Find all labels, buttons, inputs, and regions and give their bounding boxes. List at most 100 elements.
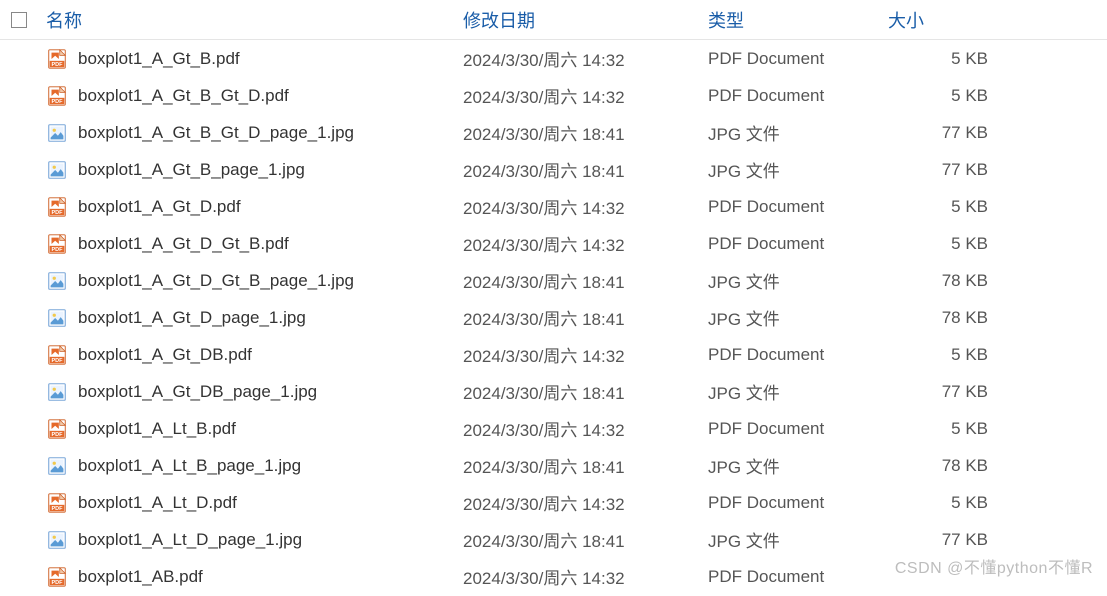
file-row[interactable]: PDF boxplot1_A_Gt_D.pdf2024/3/30/周六 14:3… [0,188,1107,225]
file-size: 78 KB [888,271,1048,291]
file-row[interactable]: boxplot1_A_Gt_DB_page_1.jpg 2024/3/30/周六 … [0,373,1107,410]
file-name: boxplot1_A_Gt_D_Gt_B_page_1.jpg [78,271,354,291]
file-date: 2024/3/30/周六 18:41 [463,379,708,404]
file-size: 5 KB [888,419,1048,439]
file-name-cell[interactable]: PDF boxplot1_A_Gt_D.pdf [38,196,463,218]
file-row[interactable]: PDF boxplot1_AB.pdf2024/3/30/周六 14:32PDF… [0,558,1107,595]
select-all-checkbox[interactable] [0,12,38,28]
column-header-size[interactable]: 大小 [888,7,1048,33]
file-type: PDF Document [708,86,888,106]
file-name: boxplot1_A_Lt_D.pdf [78,493,237,513]
file-type: PDF Document [708,419,888,439]
file-size: 5 KB [888,49,1048,69]
file-type: JPG 文件 [708,527,888,552]
file-date: 2024/3/30/周六 18:41 [463,120,708,145]
file-name-cell[interactable]: boxplot1_A_Gt_DB_page_1.jpg [38,381,463,403]
file-row[interactable]: boxplot1_A_Gt_B_Gt_D_page_1.jpg2024/3/30… [0,114,1107,151]
file-row[interactable]: boxplot1_A_Gt_D_Gt_B_page_1.jpg2024/3/30… [0,262,1107,299]
file-size: 77 KB [888,160,1048,180]
pdf-file-icon: PDF [46,85,68,107]
svg-text:PDF: PDF [52,357,64,363]
file-date: 2024/3/30/周六 14:32 [463,194,708,219]
file-date: 2024/3/30/周六 18:41 [463,527,708,552]
file-date: 2024/3/30/周六 14:32 [463,490,708,515]
file-name-cell[interactable]: PDF boxplot1_AB.pdf [38,566,463,588]
pdf-file-icon: PDF [46,418,68,440]
image-file-icon [46,122,68,144]
column-header-date[interactable]: 修改日期 [463,7,708,33]
file-size: 5 KB [888,345,1048,365]
column-header-name[interactable]: 名称 [38,7,463,33]
file-name-cell[interactable]: PDF boxplot1_A_Lt_D.pdf [38,492,463,514]
file-type: PDF Document [708,49,888,69]
pdf-file-icon: PDF [46,196,68,218]
file-type: PDF Document [708,493,888,513]
pdf-file-icon: PDF [46,492,68,514]
column-header-row: 名称 修改日期 类型 大小 [0,0,1107,40]
file-size: 77 KB [888,382,1048,402]
file-name-cell[interactable]: PDF boxplot1_A_Lt_B.pdf [38,418,463,440]
file-name-cell[interactable]: boxplot1_A_Gt_B_page_1.jpg [38,159,463,181]
file-size: 5 KB [888,234,1048,254]
image-file-icon [46,381,68,403]
file-name-cell[interactable]: PDF boxplot1_A_Gt_B.pdf [38,48,463,70]
file-name-cell[interactable]: boxplot1_A_Lt_B_page_1.jpg [38,455,463,477]
file-row[interactable]: PDF boxplot1_A_Gt_DB.pdf2024/3/30/周六 14:… [0,336,1107,373]
pdf-file-icon: PDF [46,233,68,255]
pdf-file-icon: PDF [46,492,68,514]
image-file-icon [46,529,68,551]
file-name-cell[interactable]: PDF boxplot1_A_Gt_D_Gt_B.pdf [38,233,463,255]
file-row[interactable]: PDF boxplot1_A_Gt_B_Gt_D.pdf2024/3/30/周六… [0,77,1107,114]
file-name: boxplot1_A_Gt_D_Gt_B.pdf [78,234,289,254]
column-header-type[interactable]: 类型 [708,7,888,33]
file-name-cell[interactable]: boxplot1_A_Lt_D_page_1.jpg [38,529,463,551]
file-row[interactable]: PDF boxplot1_A_Gt_D_Gt_B.pdf2024/3/30/周六… [0,225,1107,262]
file-type: JPG 文件 [708,453,888,478]
file-size: 5 KB [888,86,1048,106]
svg-text:PDF: PDF [52,579,64,585]
file-date: 2024/3/30/周六 14:32 [463,231,708,256]
file-type: PDF Document [708,197,888,217]
image-file-icon [46,270,68,292]
file-name: boxplot1_A_Gt_DB.pdf [78,345,252,365]
image-file-icon [46,122,68,144]
file-row[interactable]: PDF boxplot1_A_Lt_B.pdf2024/3/30/周六 14:3… [0,410,1107,447]
file-type: PDF Document [708,345,888,365]
file-type: JPG 文件 [708,379,888,404]
svg-text:PDF: PDF [52,98,64,104]
file-row[interactable]: boxplot1_A_Gt_B_page_1.jpg2024/3/30/周六 1… [0,151,1107,188]
file-name-cell[interactable]: PDF boxplot1_A_Gt_DB.pdf [38,344,463,366]
file-date: 2024/3/30/周六 14:32 [463,564,708,589]
image-file-icon [46,270,68,292]
file-name-cell[interactable]: PDF boxplot1_A_Gt_B_Gt_D.pdf [38,85,463,107]
pdf-file-icon: PDF [46,344,68,366]
file-name-cell[interactable]: boxplot1_A_Gt_D_Gt_B_page_1.jpg [38,270,463,292]
file-size: 5 KB [888,493,1048,513]
file-name: boxplot1_A_Gt_DB_page_1.jpg [78,382,317,402]
file-list: PDF boxplot1_A_Gt_B.pdf 2024/3/30/周六 14:3… [0,40,1107,595]
file-type: JPG 文件 [708,157,888,182]
file-name-cell[interactable]: boxplot1_A_Gt_B_Gt_D_page_1.jpg [38,122,463,144]
file-row[interactable]: boxplot1_A_Lt_D_page_1.jpg2024/3/30/周六 1… [0,521,1107,558]
image-file-icon [46,529,68,551]
file-name: boxplot1_A_Lt_B_page_1.jpg [78,456,301,476]
file-row[interactable]: boxplot1_A_Gt_D_page_1.jpg2024/3/30/周六 1… [0,299,1107,336]
file-type: PDF Document [708,567,888,587]
file-size: 77 KB [888,123,1048,143]
pdf-file-icon: PDF [46,233,68,255]
file-row[interactable]: boxplot1_A_Lt_B_page_1.jpg2024/3/30/周六 1… [0,447,1107,484]
file-size: 78 KB [888,456,1048,476]
file-row[interactable]: PDF boxplot1_A_Lt_D.pdf2024/3/30/周六 14:3… [0,484,1107,521]
image-file-icon [46,307,68,329]
file-name-cell[interactable]: boxplot1_A_Gt_D_page_1.jpg [38,307,463,329]
image-file-icon [46,455,68,477]
file-name: boxplot1_A_Gt_B.pdf [78,49,240,69]
file-name: boxplot1_A_Gt_B_page_1.jpg [78,160,305,180]
file-size: 77 KB [888,530,1048,550]
svg-text:PDF: PDF [52,209,64,215]
image-file-icon [46,159,68,181]
file-row[interactable]: PDF boxplot1_A_Gt_B.pdf2024/3/30/周六 14:3… [0,40,1107,77]
file-name: boxplot1_A_Gt_D.pdf [78,197,241,217]
svg-text:PDF: PDF [52,246,64,252]
file-type: JPG 文件 [708,305,888,330]
